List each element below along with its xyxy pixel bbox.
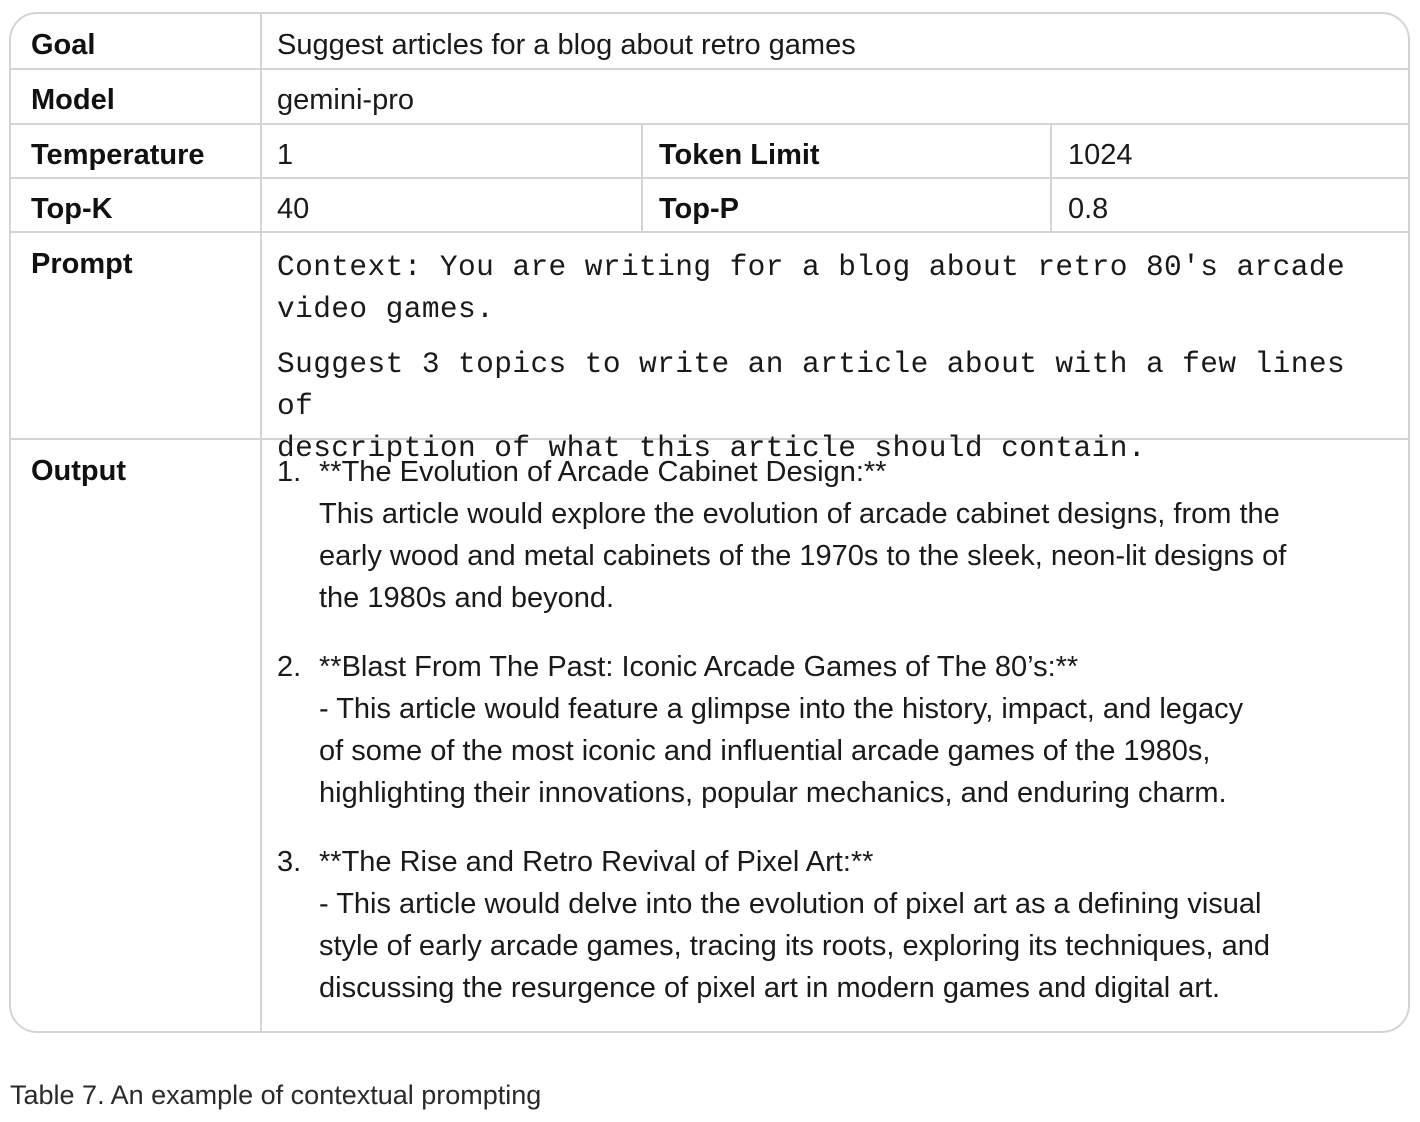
- token-limit-label: Token Limit: [659, 139, 820, 171]
- row-divider: [11, 68, 1408, 70]
- top-k-value: 40: [277, 193, 310, 225]
- article-title: **Blast From The Past: Iconic Arcade Gam…: [319, 651, 1079, 683]
- list-number: 2.: [277, 651, 302, 683]
- goal-value: Suggest articles for a blog about retro …: [277, 29, 856, 61]
- row-divider: [11, 123, 1408, 125]
- model-value: gemini-pro: [277, 84, 414, 116]
- column-divider: [641, 123, 643, 233]
- article-line: of some of the most iconic and influenti…: [319, 735, 1211, 767]
- article-line: This article would explore the evolution…: [319, 498, 1280, 530]
- temperature-label: Temperature: [31, 139, 205, 171]
- article-line: - This article would feature a glimpse i…: [319, 693, 1244, 725]
- column-divider: [1050, 123, 1052, 233]
- prompt-label: Prompt: [31, 248, 133, 280]
- top-k-label: Top-K: [31, 193, 113, 225]
- article-line: early wood and metal cabinets of the 197…: [319, 540, 1287, 572]
- article-line: - This article would delve into the evol…: [319, 888, 1262, 920]
- top-p-value: 0.8: [1068, 193, 1109, 225]
- row-divider: [11, 177, 1408, 179]
- token-limit-value: 1024: [1068, 139, 1133, 171]
- list-number: 3.: [277, 846, 302, 878]
- prompt-paragraph: Context: You are writing for a blog abou…: [277, 250, 1346, 326]
- model-label: Model: [31, 84, 115, 116]
- row-divider: [11, 231, 1408, 233]
- article-line: discussing the resurgence of pixel art i…: [319, 972, 1221, 1004]
- goal-label: Goal: [31, 29, 96, 61]
- article-title: **The Evolution of Arcade Cabinet Design…: [319, 456, 887, 488]
- output-list-item: 3. **The Rise and Retro Revival of Pixel…: [277, 841, 1377, 1009]
- article-line: style of early arcade games, tracing its…: [319, 930, 1271, 962]
- top-p-label: Top-P: [659, 193, 739, 225]
- output-label: Output: [31, 455, 127, 487]
- list-number: 1.: [277, 456, 302, 488]
- table-caption: Table 7. An example of contextual prompt…: [10, 1080, 542, 1110]
- article-line: highlighting their innovations, popular …: [319, 777, 1227, 809]
- output-list-item: 2. **Blast From The Past: Iconic Arcade …: [277, 646, 1377, 814]
- column-divider: [260, 14, 262, 1031]
- article-line: the 1980s and beyond.: [319, 582, 615, 614]
- prompt-table: Goal Suggest articles for a blog about r…: [9, 12, 1410, 1033]
- article-title: **The Rise and Retro Revival of Pixel Ar…: [319, 846, 874, 878]
- temperature-value: 1: [277, 139, 294, 171]
- output-list-item: 1. **The Evolution of Arcade Cabinet Des…: [277, 451, 1377, 619]
